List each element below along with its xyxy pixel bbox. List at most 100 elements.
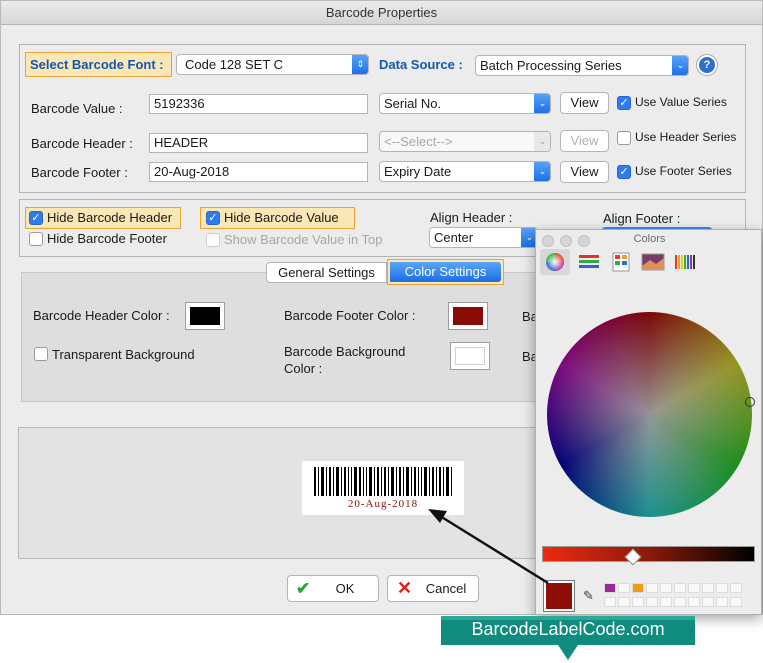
selected-color-swatch [546, 583, 572, 609]
ok-label: OK [335, 581, 355, 596]
align-header-value: Center [434, 230, 474, 245]
palette-swatch-empty[interactable] [660, 597, 672, 607]
hide-footer-label: Hide Barcode Footer [47, 231, 167, 246]
tab-color-settings[interactable]: Color Settings [387, 259, 504, 285]
palette-swatch-empty[interactable] [702, 597, 714, 607]
background-color-swatch [455, 347, 485, 365]
cancel-x-icon: ✕ [397, 578, 413, 598]
font-select[interactable]: Code 128 SET C ⇕ [176, 54, 369, 75]
barcode-footer-text: 20-Aug-2018 [347, 498, 419, 510]
palette-swatch-empty[interactable] [646, 583, 658, 593]
eyedropper-icon[interactable]: ✎ [583, 589, 597, 603]
footer-color-swatch [453, 307, 483, 325]
hide-footer-checkbox[interactable] [29, 232, 43, 246]
view-footer-button[interactable]: View [560, 161, 609, 183]
header-series-select[interactable]: <--Select--> ⌄ [379, 131, 551, 152]
tab-general-label: General Settings [278, 265, 375, 280]
palette-swatch-empty[interactable] [716, 583, 728, 593]
use-header-series-checkbox[interactable] [617, 131, 631, 145]
show-value-top-checkbox[interactable] [206, 233, 220, 247]
footer-series-arrow-icon: ⌄ [534, 162, 550, 181]
help-icon: ? [699, 57, 715, 73]
help-button[interactable]: ? [696, 54, 718, 76]
palette-swatch-empty[interactable] [632, 597, 644, 607]
transparent-background-checkbox[interactable] [34, 347, 48, 361]
barcode-footer-input[interactable]: 20-Aug-2018 [149, 162, 368, 182]
colors-panel-title: Colors [633, 233, 666, 245]
palette-swatch-empty[interactable] [730, 597, 742, 607]
hide-header-checkbox[interactable]: ✓ [29, 211, 43, 225]
hide-value-label: Hide Barcode Value [224, 210, 339, 225]
background-color-label-line1: Barcode Background [284, 344, 406, 359]
palette-swatch-empty[interactable] [674, 583, 686, 593]
barcode-value-input[interactable]: 5192336 [149, 94, 368, 114]
font-select-value: Code 128 SET C [185, 57, 284, 72]
value-series-value: Serial No. [384, 96, 442, 111]
barcode-image: 20-Aug-2018 [302, 461, 464, 515]
image-palettes-tab-icon[interactable] [638, 249, 668, 275]
palette-swatch-empty[interactable] [618, 583, 630, 593]
show-value-top-label: Show Barcode Value in Top [224, 232, 383, 247]
header-series-arrow-icon: ⌄ [534, 132, 550, 151]
barcode-header-input[interactable]: HEADER [149, 133, 368, 153]
palette-swatch-empty[interactable] [674, 597, 686, 607]
palette-swatch-empty[interactable] [702, 583, 714, 593]
footer-color-label: Barcode Footer Color : [284, 308, 416, 323]
barcode-footer-label: Barcode Footer : [31, 165, 128, 180]
use-value-series-label: Use Value Series [635, 95, 727, 109]
data-source-arrow-icon: ⌄ [672, 56, 688, 75]
view-value-button[interactable]: View [560, 92, 609, 114]
barcode-preview-area [18, 427, 548, 559]
font-select-arrow-icon: ⇕ [352, 55, 368, 74]
brand-banner-text: BarcodeLabelCode.com [471, 619, 665, 639]
background-color-well[interactable] [450, 342, 490, 370]
palette-swatch-empty[interactable] [716, 597, 728, 607]
tab-color-label: Color Settings [390, 262, 501, 282]
settings-panel [21, 272, 536, 402]
data-source-select[interactable]: Batch Processing Series ⌄ [475, 55, 689, 76]
use-footer-series-label: Use Footer Series [635, 164, 732, 178]
cancel-label: Cancel [425, 581, 467, 596]
crayons-tab-icon[interactable] [670, 249, 700, 275]
palette-swatch-empty[interactable] [604, 597, 616, 607]
background-color-label-line2: Color : [284, 361, 323, 376]
color-wheel[interactable] [547, 312, 752, 517]
footer-series-select[interactable]: Expiry Date ⌄ [379, 161, 551, 182]
use-header-series-label: Use Header Series [635, 130, 737, 144]
palette-swatch-2[interactable] [632, 583, 644, 593]
footer-series-value: Expiry Date [384, 164, 452, 179]
color-wheel-tab-icon[interactable] [540, 249, 570, 275]
palette-swatch-empty[interactable] [688, 583, 700, 593]
align-footer-label: Align Footer : [603, 211, 681, 226]
palette-swatch-empty[interactable] [688, 597, 700, 607]
view-header-button[interactable]: View [560, 130, 609, 152]
header-color-well[interactable] [185, 302, 225, 330]
hide-value-checkbox[interactable]: ✓ [206, 211, 220, 225]
ok-button[interactable]: ✔ OK [287, 575, 379, 602]
color-sliders-tab-icon[interactable] [574, 249, 604, 275]
footer-color-well[interactable] [448, 302, 488, 330]
brightness-slider[interactable] [542, 546, 755, 562]
align-header-label: Align Header : [430, 210, 513, 225]
use-value-series-checkbox[interactable]: ✓ [617, 96, 631, 110]
use-footer-series-checkbox[interactable]: ✓ [617, 165, 631, 179]
window-title: Barcode Properties [1, 1, 762, 25]
value-series-select[interactable]: Serial No. ⌄ [379, 93, 551, 114]
selected-color-well[interactable] [543, 580, 575, 612]
align-header-select[interactable]: Center ⌄ [429, 227, 538, 248]
palette-swatch-empty[interactable] [730, 583, 742, 593]
color-wheel-cursor-icon[interactable] [745, 397, 755, 407]
cancel-button[interactable]: ✕ Cancel [387, 575, 479, 602]
header-color-swatch [190, 307, 220, 325]
header-color-label: Barcode Header Color : [33, 308, 170, 323]
hide-header-label: Hide Barcode Header [47, 210, 173, 225]
palette-swatch-empty[interactable] [660, 583, 672, 593]
palette-swatch-1[interactable] [604, 583, 616, 593]
barcode-value-label: Barcode Value : [31, 101, 123, 116]
palette-swatch-empty[interactable] [646, 597, 658, 607]
data-source-label: Data Source : [379, 57, 463, 72]
color-palettes-tab-icon[interactable] [606, 249, 636, 275]
header-series-value: <--Select--> [384, 134, 453, 149]
tab-general-settings[interactable]: General Settings [266, 262, 387, 283]
palette-swatch-empty[interactable] [618, 597, 630, 607]
